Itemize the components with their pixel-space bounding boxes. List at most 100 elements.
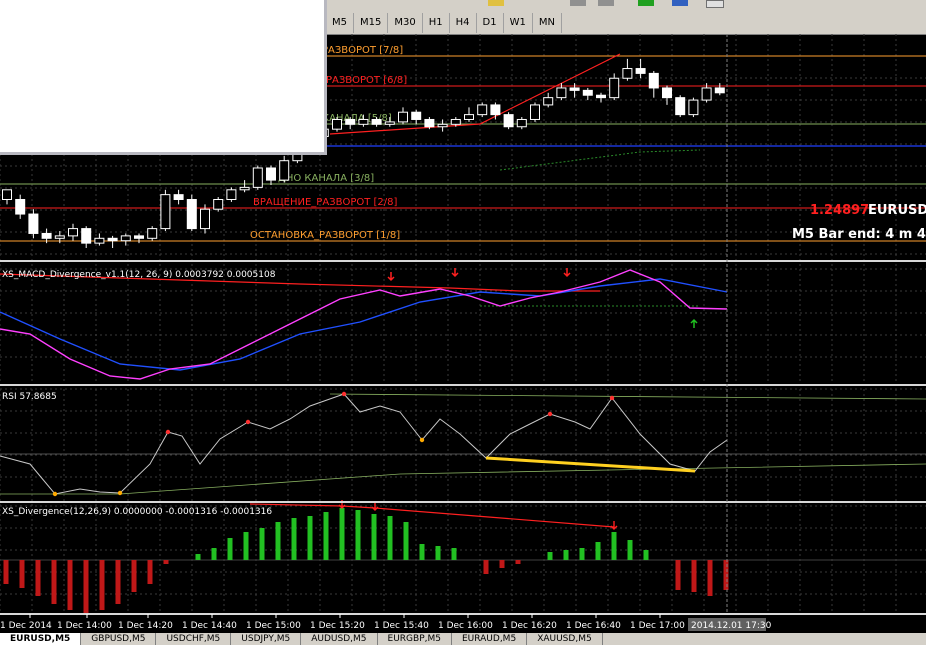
murrey-level-label: ДНО КАНАЛА [3/8] xyxy=(278,173,374,184)
candle-bull xyxy=(530,104,540,120)
histogram-bar-negative xyxy=(83,560,89,614)
histogram-bar-positive xyxy=(435,546,441,560)
histogram-bar-negative xyxy=(163,560,169,564)
murrey-level-label: РАЗВОРОТ [7/8] xyxy=(322,45,403,56)
candle-bear xyxy=(635,68,646,74)
symbol-tab-usdchf[interactable]: USDCHF,M5 xyxy=(156,633,232,645)
candle-bull xyxy=(239,186,250,191)
divergence-indicator-label: XS_Divergence(12,26,9) 0.0000000 -0.0001… xyxy=(2,507,272,517)
down-arrow-icon xyxy=(387,272,395,282)
time-tick-label: 1 Dec 16:40 xyxy=(566,621,621,631)
symbol-tab-gbpusd[interactable]: GBPUSD,M5 xyxy=(81,633,157,645)
timeframe-bar: M5 M15 M30 H1 H4 D1 W1 MN xyxy=(326,13,562,33)
trend-line-green xyxy=(499,149,701,171)
candle-bull xyxy=(94,237,105,244)
symbol-tab-euraud[interactable]: EURAUD,M5 xyxy=(452,633,528,645)
candle-bear xyxy=(134,235,144,239)
symbol-tab-xauusd[interactable]: XAUUSD,M5 xyxy=(527,633,603,645)
histogram-bar-positive xyxy=(547,552,553,560)
timeframe-m15[interactable]: M15 xyxy=(354,13,389,33)
bar-end-readout: M5 Bar end: 4 m 4 s xyxy=(792,227,926,242)
histogram-bar-positive xyxy=(643,550,649,560)
histogram-bar-negative xyxy=(499,560,505,568)
candle-bear xyxy=(28,213,39,234)
histogram-bar-positive xyxy=(595,542,601,560)
histogram-bar-positive xyxy=(627,540,633,560)
candle-bull xyxy=(68,228,78,237)
rsi-trough-dot xyxy=(419,437,425,443)
histogram-bar-positive xyxy=(563,550,569,560)
timeframe-m5[interactable]: M5 xyxy=(326,13,354,33)
symbol-tab-eurusd[interactable]: EURUSD,M5 xyxy=(0,633,82,645)
candle-bull xyxy=(147,228,158,239)
candle-bear xyxy=(371,118,382,125)
candle-bear xyxy=(266,167,276,181)
candle-bull xyxy=(226,189,237,201)
candle-bear xyxy=(582,89,593,96)
histogram-bar-negative xyxy=(707,560,713,596)
candle-bull xyxy=(332,118,342,130)
macd-indicator-label: XS_MACD_Divergence_v1.1(12, 26, 9) 0.000… xyxy=(2,270,276,280)
candle-bear xyxy=(648,72,659,89)
histogram-bar-positive xyxy=(227,538,233,560)
symbol-tabs: EURUSD,M5 GBPUSD,M5 USDCHF,M5 USDJPY,M5 AUDU… xyxy=(0,633,926,645)
time-tick-label: 1 Dec 14:40 xyxy=(182,621,237,631)
timeframe-d1[interactable]: D1 xyxy=(477,13,504,33)
candle-bear xyxy=(345,118,356,125)
globe-icon[interactable] xyxy=(672,0,688,6)
histogram-bar-negative xyxy=(35,560,41,596)
candle-bull xyxy=(160,194,171,230)
tool-icon-2[interactable] xyxy=(598,0,614,6)
candle-bull xyxy=(213,199,224,210)
candle-bear xyxy=(186,199,197,230)
macd-panel[interactable] xyxy=(0,268,728,380)
histogram-bar-positive xyxy=(243,532,249,560)
candle-bear xyxy=(490,104,501,116)
timeframe-h4[interactable]: H4 xyxy=(450,13,477,33)
histogram-bar-positive xyxy=(339,508,345,560)
candle-bear xyxy=(15,199,26,215)
candle-bull xyxy=(450,118,461,125)
pencil-icon[interactable] xyxy=(488,0,504,6)
down-arrow-icon xyxy=(610,521,618,530)
histogram-bar-negative xyxy=(99,560,105,610)
candle-bull xyxy=(398,111,408,123)
window-icon[interactable] xyxy=(706,0,724,8)
divergence-panel[interactable] xyxy=(0,500,926,614)
symbol-tab-eurgbp[interactable]: EURGBP,M5 xyxy=(378,633,452,645)
candle-bull xyxy=(2,189,12,201)
histogram-bar-negative xyxy=(723,560,729,590)
histogram-bar-positive xyxy=(211,548,217,560)
histogram-bar-positive xyxy=(579,548,585,560)
time-tick-label: 1 Dec 15:00 xyxy=(246,621,301,631)
rsi-panel[interactable] xyxy=(0,391,926,497)
rsi-peak-dot xyxy=(165,429,171,435)
histogram-bar-negative xyxy=(483,560,489,574)
candle-bull xyxy=(609,77,620,99)
rsi-peak-dot xyxy=(245,419,251,425)
candle-bear xyxy=(675,97,686,116)
murrey-level-label: ВРАЩЕНИЕ_РАЗВОРОТ [2/8] xyxy=(253,197,398,208)
murrey-level-label: РАЗВОРОТ [6/8] xyxy=(326,75,407,86)
down-arrow-icon xyxy=(451,268,459,278)
histogram-bar-positive xyxy=(323,512,329,560)
navigator-panel[interactable] xyxy=(0,0,327,155)
time-tick-label: 1 Dec 2014 xyxy=(0,621,52,631)
add-indicator-icon[interactable] xyxy=(638,0,654,6)
macd-signal-line xyxy=(0,278,728,371)
rsi-trough-dot xyxy=(117,490,123,496)
tool-icon[interactable] xyxy=(570,0,586,6)
timeframe-w1[interactable]: W1 xyxy=(504,13,533,33)
histogram-bar-negative xyxy=(115,560,121,604)
candle-bull xyxy=(200,208,210,230)
candle-bull xyxy=(358,118,369,125)
timeframe-mn[interactable]: MN xyxy=(533,13,562,33)
histogram-bar-negative xyxy=(691,560,697,592)
candle-bull xyxy=(120,235,131,242)
timeframe-h1[interactable]: H1 xyxy=(423,13,450,33)
timeframe-m30[interactable]: M30 xyxy=(388,13,423,33)
rsi-peak-dot xyxy=(609,395,615,401)
symbol-tab-audusd[interactable]: AUDUSD,M5 xyxy=(301,633,378,645)
symbol-tab-usdjpy[interactable]: USDJPY,M5 xyxy=(231,633,302,645)
histogram-bar-positive xyxy=(403,522,409,560)
